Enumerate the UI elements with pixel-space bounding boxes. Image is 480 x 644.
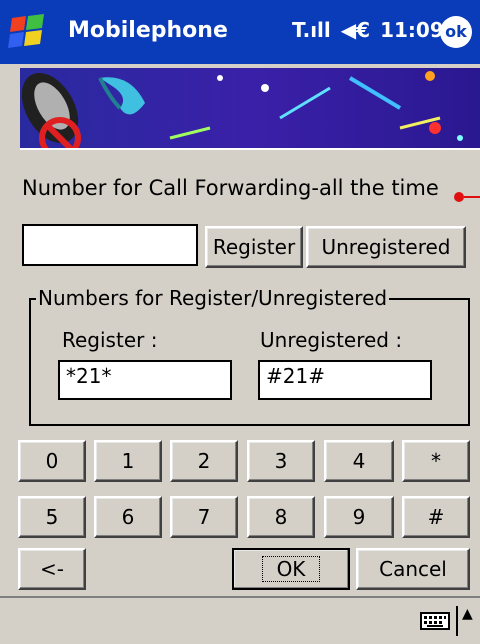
register-button[interactable]: Register xyxy=(205,226,303,268)
backspace-button[interactable]: <- xyxy=(18,548,86,590)
ok-button[interactable]: OK xyxy=(232,548,350,590)
speaker-icon[interactable]: ◀€ xyxy=(341,18,370,42)
signal-icon[interactable]: T.ıll xyxy=(292,18,331,42)
unregistered-code-input[interactable]: #21# xyxy=(258,360,432,400)
register-code-input[interactable]: *21* xyxy=(58,360,232,400)
unregistered-button[interactable]: Unregistered xyxy=(306,226,466,268)
key-9[interactable]: 9 xyxy=(324,496,394,538)
clock-time[interactable]: 11:09 xyxy=(380,18,444,42)
call-forwarding-label: Number for Call Forwarding-all the time xyxy=(22,176,439,200)
key-5[interactable]: 5 xyxy=(18,496,86,538)
banner-image xyxy=(20,68,480,150)
key-8[interactable]: 8 xyxy=(247,496,315,538)
windows-start-icon[interactable] xyxy=(6,10,52,54)
key-hash[interactable]: # xyxy=(402,496,470,538)
title-bar: Mobilephone T.ıll ◀€ 11:09 ok xyxy=(0,0,480,64)
key-4[interactable]: 4 xyxy=(324,440,394,482)
register-code-label: Register : xyxy=(62,328,158,352)
key-3[interactable]: 3 xyxy=(247,440,315,482)
ok-close-button[interactable]: ok xyxy=(440,16,472,48)
unregistered-code-label: Unregistered : xyxy=(260,328,403,352)
key-1[interactable]: 1 xyxy=(94,440,162,482)
key-7[interactable]: 7 xyxy=(170,496,238,538)
sip-menu-arrow-icon[interactable]: ▲ xyxy=(462,606,473,622)
cancel-button[interactable]: Cancel xyxy=(356,548,470,590)
app-title: Mobilephone xyxy=(68,18,228,43)
key-0[interactable]: 0 xyxy=(18,440,86,482)
group-legend: Numbers for Register/Unregistered xyxy=(36,286,390,310)
status-area: T.ıll ◀€ 11:09 xyxy=(292,18,444,42)
keyboard-icon[interactable] xyxy=(420,612,450,630)
key-star[interactable]: * xyxy=(402,440,470,482)
indicator-dot xyxy=(454,192,464,202)
forward-number-input[interactable] xyxy=(22,224,198,266)
key-2[interactable]: 2 xyxy=(170,440,238,482)
indicator-line xyxy=(464,196,480,198)
sip-divider xyxy=(456,606,458,636)
key-6[interactable]: 6 xyxy=(94,496,162,538)
bottom-taskbar xyxy=(0,596,480,644)
ok-button-label: OK xyxy=(261,556,321,582)
